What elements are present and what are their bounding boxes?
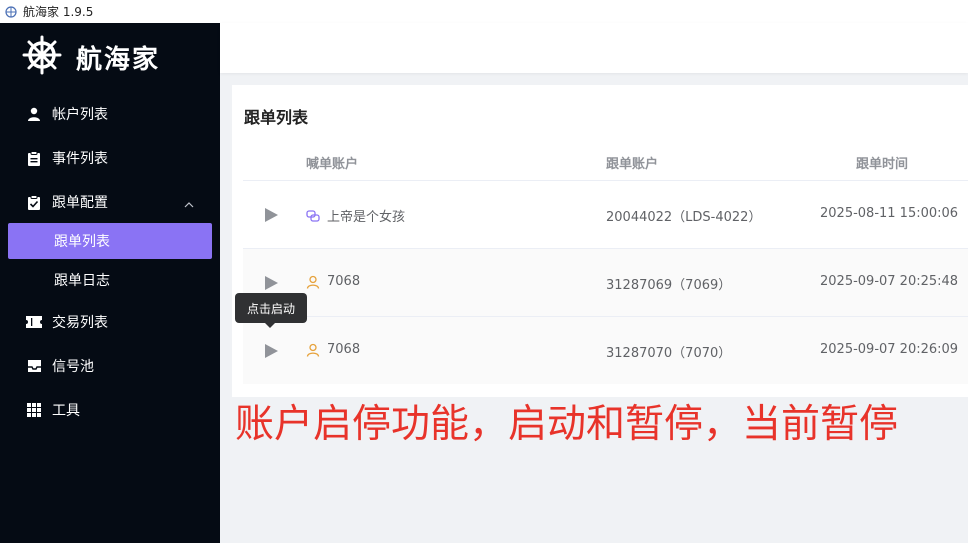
caller-account: 7068: [306, 274, 360, 289]
follower-account: 31287069（7069）: [606, 278, 732, 293]
table-row[interactable]: 上帝是个女孩 20044022（LDS-4022） 2025-08-11 15:…: [243, 181, 968, 248]
sidebar-item-label: 工具: [52, 403, 80, 419]
sidebar-item-label: 帐户列表: [52, 107, 108, 123]
window-title-bar: 航海家 1.9.5: [0, 0, 968, 23]
app-icon: [5, 5, 17, 18]
sidebar-item-label: 交易列表: [52, 315, 108, 331]
sidebar-item-follow-config[interactable]: 跟单配置: [8, 184, 212, 220]
table-row[interactable]: 7068 31287070（7070） 2025-09-07 20:26:09: [243, 317, 968, 384]
brand-name: 航海家: [76, 44, 161, 75]
user-icon: [306, 343, 320, 357]
sidebar-item-signal-pool[interactable]: 信号池: [8, 348, 212, 384]
top-header: [220, 23, 968, 73]
sidebar-item-label: 跟单配置: [52, 195, 108, 211]
sidebar-item-tools[interactable]: 工具: [8, 392, 212, 428]
user-icon: [26, 106, 42, 122]
column-header-follower: 跟单账户: [606, 157, 659, 172]
tooltip-arrow: [265, 323, 275, 328]
play-icon[interactable]: [263, 207, 279, 223]
caller-account-name: 上帝是个女孩: [327, 210, 406, 225]
inbox-icon: [26, 358, 42, 374]
caller-account: 上帝是个女孩: [306, 206, 405, 225]
sidebar-item-label: 跟单日志: [54, 273, 110, 289]
annotation-text: 账户启停功能，启动和暂停，当前暂停: [235, 402, 899, 447]
start-tooltip: 点击启动: [235, 293, 307, 328]
brand-logo[interactable]: 航海家: [22, 35, 160, 79]
sidebar-item-events[interactable]: 事件列表: [8, 140, 212, 176]
tooltip-text: 点击启动: [246, 301, 295, 316]
sidebar-item-label: 事件列表: [52, 151, 108, 167]
sidebar-item-label: 跟单列表: [54, 234, 110, 250]
play-icon[interactable]: [263, 275, 279, 291]
page-title: 跟单列表: [244, 108, 309, 127]
chevron-up-icon[interactable]: [184, 196, 194, 212]
caller-account-name: 7068: [327, 342, 361, 357]
grid-icon: [26, 402, 42, 418]
follower-account: 31287070（7070）: [606, 346, 732, 361]
play-icon[interactable]: [263, 343, 279, 359]
caller-account-name: 7068: [327, 274, 361, 289]
sidebar-item-follow-log[interactable]: 跟单日志: [8, 262, 212, 298]
follow-time: 2025-09-07 20:25:48: [820, 274, 959, 289]
sidebar-item-trades[interactable]: 交易列表: [8, 304, 212, 340]
caller-account: 7068: [306, 342, 360, 357]
sidebar-item-accounts[interactable]: 帐户列表: [8, 96, 212, 132]
sidebar-item-follow-list[interactable]: 跟单列表: [8, 223, 212, 259]
window-title: 航海家 1.9.5: [23, 5, 94, 19]
link-icon: [306, 209, 320, 223]
follow-time: 2025-08-11 15:00:06: [820, 206, 959, 221]
follower-account: 20044022（LDS-4022）: [606, 210, 762, 225]
ticket-icon: [26, 314, 42, 330]
table-row[interactable]: 7068 31287069（7069） 2025-09-07 20:25:48: [243, 249, 968, 316]
clipboard-icon: [26, 150, 42, 166]
column-header-caller: 喊单账户: [306, 157, 359, 172]
ship-wheel-icon: [22, 35, 62, 79]
user-icon: [306, 275, 320, 289]
sidebar-item-label: 信号池: [52, 359, 94, 375]
clipboard-check-icon: [26, 194, 42, 210]
column-header-time: 跟单时间: [856, 157, 909, 172]
follow-time: 2025-09-07 20:26:09: [820, 342, 959, 357]
